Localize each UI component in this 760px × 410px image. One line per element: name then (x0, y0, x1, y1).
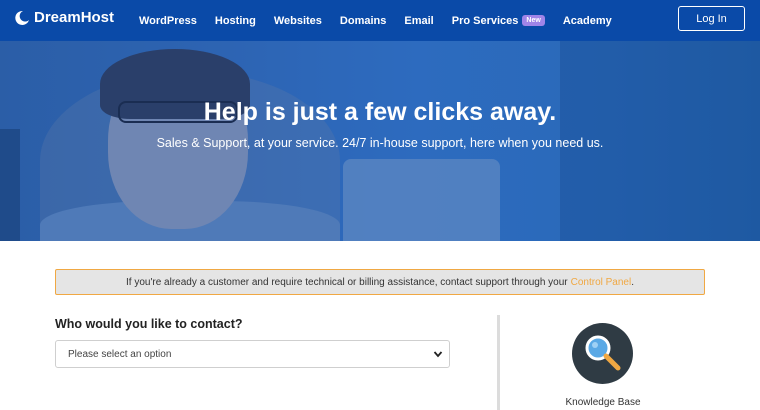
nav-item-pro-services-label: Pro Services (451, 14, 519, 27)
nav-item-websites[interactable]: Websites (274, 15, 322, 27)
brand-name: DreamHost (34, 9, 115, 26)
dreamhost-logo[interactable]: DreamHost (14, 9, 114, 26)
new-badge: New (522, 15, 545, 26)
contact-type-select[interactable]: Please select an option (55, 340, 450, 368)
nav-item-pro-services[interactable]: Pro Services New (452, 15, 545, 27)
knowledge-base-button[interactable] (572, 323, 633, 384)
control-panel-link[interactable]: Control Panel (571, 277, 632, 288)
nav-item-email[interactable]: Email (404, 15, 433, 27)
section-divider (497, 315, 500, 410)
nav-item-academy[interactable]: Academy (563, 15, 612, 27)
customer-notice-banner: If you're already a customer and require… (55, 269, 705, 295)
hero-title: Help is just a few clicks away. (203, 98, 557, 126)
knowledge-base-label[interactable]: Knowledge Base (540, 397, 666, 408)
main-menu: WordPress Hosting Websites Domains Email… (139, 0, 630, 41)
select-placeholder: Please select an option (68, 348, 172, 360)
nav-item-hosting[interactable]: Hosting (215, 15, 256, 27)
moon-logo-icon (15, 10, 29, 25)
nav-item-wordpress[interactable]: WordPress (139, 15, 197, 27)
magnifier-icon (585, 335, 621, 371)
contact-question-heading: Who would you like to contact? (55, 317, 243, 331)
chevron-down-icon (433, 351, 443, 358)
top-navigation-bar: DreamHost WordPress Hosting Websites Dom… (0, 0, 760, 41)
hero-banner: Help is just a few clicks away. Sales & … (0, 41, 760, 241)
notice-suffix: . (631, 276, 634, 288)
nav-item-domains[interactable]: Domains (340, 15, 386, 27)
hero-subtitle: Sales & Support, at your service. 24/7 i… (156, 136, 604, 150)
login-button[interactable]: Log In (678, 6, 745, 31)
notice-text: If you're already a customer and require… (126, 276, 568, 288)
hero-laptop (343, 159, 500, 241)
